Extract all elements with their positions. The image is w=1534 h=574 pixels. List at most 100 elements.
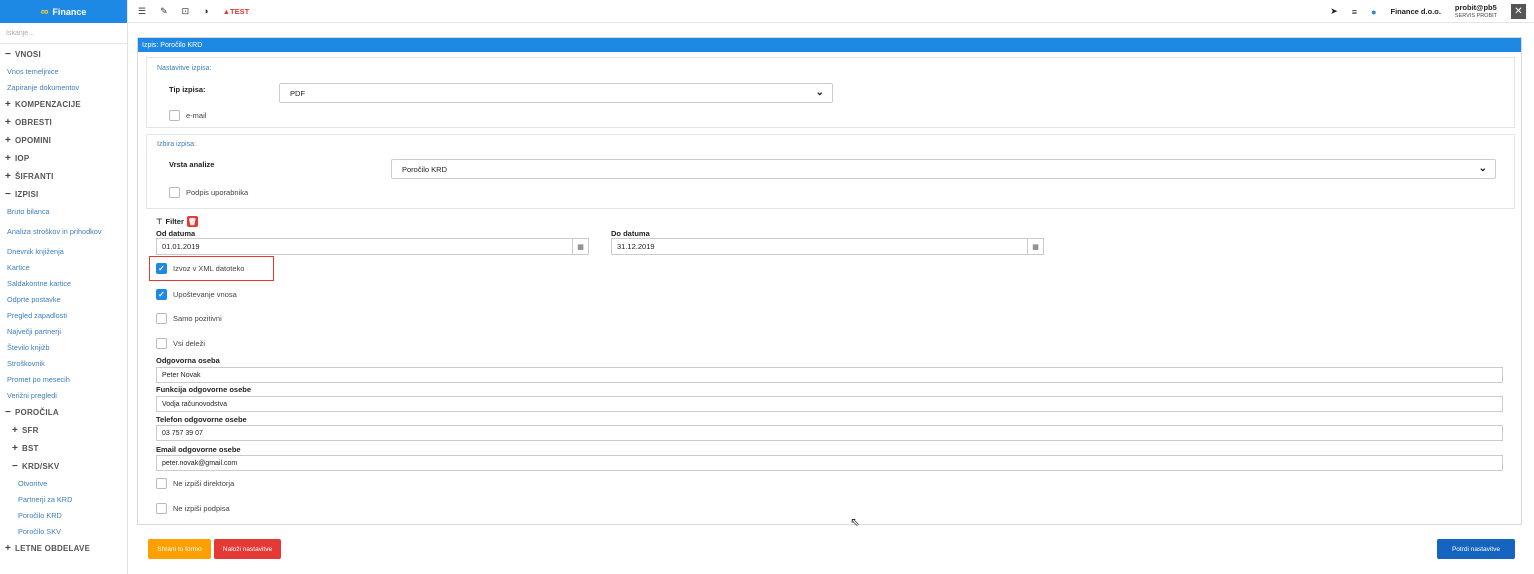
type-label: Tip izpisa:: [169, 85, 206, 94]
company-name[interactable]: Finance d.o.o.: [1391, 7, 1441, 16]
sidebar-section-22[interactable]: + SFR: [0, 421, 127, 439]
trash-icon[interactable]: 🗑: [186, 216, 198, 227]
sidebar-section-0[interactable]: − VNOSI: [0, 45, 127, 63]
calendar-icon[interactable]: ▦: [572, 238, 589, 255]
toolbar-left: ☰ ✎ ⊡ ◑ ▲TEST: [128, 6, 249, 17]
test-badge[interactable]: ▲TEST: [223, 7, 250, 16]
signature-checkbox-label: Podpis uporabnika: [186, 188, 249, 197]
sidebar-item-13[interactable]: Saldakontne kartice: [0, 275, 127, 291]
sidebar-section-24[interactable]: − KRD/SKV: [0, 457, 127, 475]
sidebar-item-18[interactable]: Stroškovnik: [0, 355, 127, 371]
shares-checkbox-row[interactable]: Vsi deleži: [156, 338, 205, 349]
positive-checkbox-row[interactable]: Samo pozitivni: [156, 313, 222, 324]
sidebar-item-26[interactable]: Partnerji za KRD: [0, 491, 127, 507]
email-checkbox-row[interactable]: e-mail: [169, 110, 206, 121]
user-info[interactable]: probit@pb5 SERVIS PROBIT: [1454, 2, 1497, 20]
no-signature-checkbox[interactable]: [156, 503, 167, 514]
no-signature-checkbox-row[interactable]: Ne izpiši podpisa: [156, 503, 230, 514]
minus-icon: −: [5, 188, 12, 200]
sidebar-item-27[interactable]: Poročilo KRD: [0, 507, 127, 523]
sidebar-section-21[interactable]: − POROČILA: [0, 403, 127, 421]
type-select-value: PDF: [290, 88, 305, 98]
sidebar-section-29[interactable]: + LETNE OBDELAVE: [0, 539, 127, 557]
selection-box: Izbira izpisa: Vrsta analize Poročilo KR…: [146, 134, 1515, 209]
close-icon[interactable]: ✕: [1511, 4, 1526, 19]
sidebar-section-label: BST: [22, 443, 39, 453]
signature-checkbox[interactable]: [169, 187, 180, 198]
no-director-checkbox-row[interactable]: Ne izpiši direktorja: [156, 478, 234, 489]
sidebar-section-5[interactable]: + OPOMINI: [0, 131, 127, 149]
sidebar-item-10[interactable]: Analiza stroškov in prihodkov: [0, 219, 127, 243]
sidebar-item-9[interactable]: Bruto bilanca: [0, 203, 127, 219]
sidebar-section-3[interactable]: + KOMPENZACIJE: [0, 95, 127, 113]
email-person-input[interactable]: peter.novak@gmail.com: [156, 455, 1503, 471]
person-input[interactable]: Peter Novak: [156, 367, 1503, 383]
selection-title: Izbira izpisa:: [157, 141, 196, 148]
sidebar-section-7[interactable]: + ŠIFRANTI: [0, 167, 127, 185]
sidebar: ∞ Finance −VNOSIVnos temeljniceZapiranje…: [0, 0, 128, 574]
search-input[interactable]: [6, 30, 116, 37]
contrast-icon[interactable]: ◑: [203, 6, 208, 16]
sidebar-item-12[interactable]: Kartice: [0, 259, 127, 275]
include-checkbox[interactable]: ✓: [156, 289, 167, 300]
signature-checkbox-row[interactable]: Podpis uporabnika: [169, 187, 248, 198]
plus-icon: +: [5, 542, 12, 554]
lock-icon[interactable]: ⊡: [182, 6, 190, 17]
email-checkbox[interactable]: [169, 110, 180, 121]
list-icon[interactable]: ☰: [138, 6, 146, 17]
phone-label: Telefon odgovorne osebe: [156, 415, 247, 424]
sidebar-section-23[interactable]: + BST: [0, 439, 127, 457]
plus-icon: +: [5, 152, 12, 164]
from-date-label: Od datuma: [156, 229, 196, 238]
positive-checkbox-label: Samo pozitivni: [173, 314, 222, 323]
user-name: probit@pb5: [1454, 2, 1497, 12]
menu-icon[interactable]: ≡: [1352, 7, 1357, 17]
sidebar-section-4[interactable]: + OBRESTI: [0, 113, 127, 131]
filter-icon: ⊤: [156, 217, 163, 226]
to-date-input[interactable]: 31.12.2019: [611, 238, 1031, 255]
sidebar-item-11[interactable]: Dnevnik knjiženja: [0, 243, 127, 259]
confirm-settings-button[interactable]: Potrdi nastavitve: [1437, 539, 1515, 559]
sidebar-item-20[interactable]: Verižni pregledi: [0, 387, 127, 403]
minus-icon: −: [5, 48, 12, 60]
phone-input[interactable]: 03 757 39 07: [156, 425, 1503, 441]
positive-checkbox[interactable]: [156, 313, 167, 324]
send-icon[interactable]: ➤: [1330, 6, 1338, 17]
sidebar-item-14[interactable]: Odprte postavke: [0, 291, 127, 307]
analysis-select[interactable]: Poročilo KRD ⌄: [391, 159, 1496, 179]
calendar-icon[interactable]: ▦: [1027, 238, 1044, 255]
edit-icon[interactable]: ✎: [160, 6, 168, 17]
shares-checkbox[interactable]: [156, 338, 167, 349]
sidebar-section-6[interactable]: + IOP: [0, 149, 127, 167]
sidebar-item-1[interactable]: Vnos temeljnice: [0, 63, 127, 79]
plus-icon: +: [5, 170, 12, 182]
sidebar-item-2[interactable]: Zapiranje dokumentov: [0, 79, 127, 95]
type-select[interactable]: PDF ⌄: [279, 83, 833, 103]
sidebar-section-label: ŠIFRANTI: [15, 171, 54, 181]
filter-label: Filter: [165, 217, 184, 226]
sidebar-section-label: OPOMINI: [15, 135, 52, 145]
email-checkbox-label: e-mail: [186, 111, 207, 120]
sidebar-search: [0, 24, 127, 44]
include-checkbox-row[interactable]: ✓ Upoštevanje vnosa: [156, 289, 237, 300]
analysis-select-value: Poročilo KRD: [402, 164, 448, 174]
sidebar-item-25[interactable]: Otvoritve: [0, 475, 127, 491]
sidebar-item-15[interactable]: Pregled zapadlosti: [0, 307, 127, 323]
sidebar-item-16[interactable]: Največji partnerji: [0, 323, 127, 339]
sidebar-item-28[interactable]: Poročilo SKV: [0, 523, 127, 539]
sidebar-section-8[interactable]: − IZPISI: [0, 185, 127, 203]
function-input[interactable]: Vodja računovodstva: [156, 396, 1503, 412]
person-label: Odgovorna oseba: [156, 356, 220, 365]
load-settings-button[interactable]: Naloži nastavitve: [214, 539, 281, 559]
save-form-button[interactable]: Shrani to formo: [148, 539, 211, 559]
brand[interactable]: ∞ Finance: [0, 0, 127, 23]
topbar: ☰ ✎ ⊡ ◑ ▲TEST ➤ ≡ ● Finance d.o.o. probi…: [128, 0, 1534, 23]
sidebar-menu: − VNOSI Vnos temeljnice Zapiranje dokumento…: [0, 45, 127, 557]
no-director-checkbox[interactable]: [156, 478, 167, 489]
from-date-input[interactable]: 01.01.2019: [156, 238, 576, 255]
sidebar-item-19[interactable]: Promet po mesecih: [0, 371, 127, 387]
plus-icon: +: [12, 442, 19, 454]
email-person-label: Email odgovorne osebe: [156, 445, 241, 454]
sidebar-item-17[interactable]: Število knjižb: [0, 339, 127, 355]
info-icon[interactable]: ●: [1371, 7, 1376, 17]
